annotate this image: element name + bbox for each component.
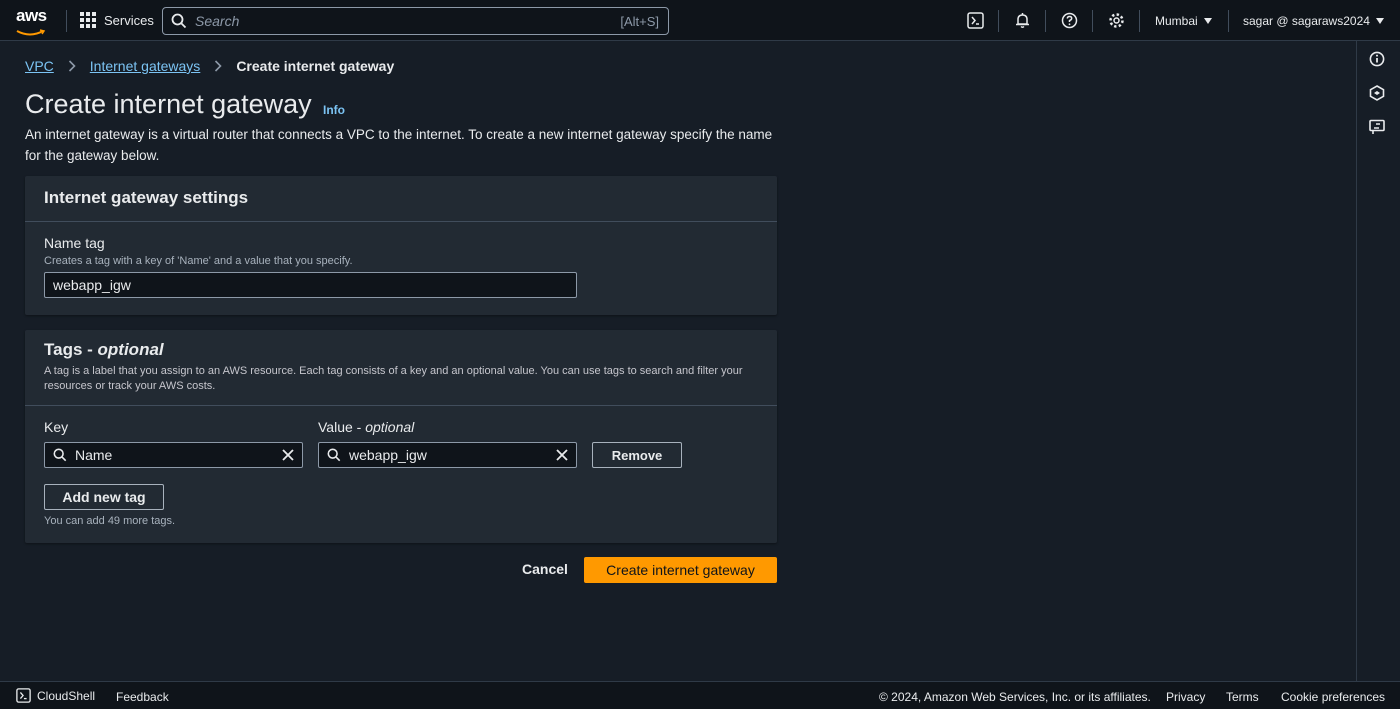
tags-description: A tag is a label that you assign to an A… <box>44 365 743 392</box>
name-tag-label: Name tag <box>44 235 105 251</box>
chevron-right-icon <box>215 60 222 72</box>
caret-down-icon <box>1375 18 1384 24</box>
account-label: sagar @ sagaraws2024 <box>1243 14 1370 28</box>
tags-panel-title: Tags - optional <box>44 340 758 360</box>
tags-remaining-hint: You can add 49 more tags. <box>44 515 176 527</box>
tags-title-text: Tags - <box>44 340 98 359</box>
page-description: An internet gateway is a virtual router … <box>25 127 773 163</box>
services-grid-icon <box>80 12 96 28</box>
tag-value-input[interactable]: webapp_igw <box>318 442 577 468</box>
breadcrumb-vpc[interactable]: VPC <box>25 58 54 74</box>
aws-smile-icon <box>16 29 46 36</box>
info-panel-icon[interactable] <box>1368 50 1386 68</box>
remove-tag-button[interactable]: Remove <box>592 442 682 468</box>
tags-panel-header: Tags - optional A tag is a label that yo… <box>25 330 777 406</box>
search-shortcut: [Alt+S] <box>620 13 659 29</box>
page-title: Create internet gateway <box>25 89 312 119</box>
cancel-button[interactable]: Cancel <box>522 561 568 577</box>
value-label: Value - optional <box>318 419 414 435</box>
value-label-text: Value - <box>318 419 366 435</box>
tutorial-icon[interactable] <box>1368 118 1386 136</box>
breadcrumb-internet-gateways[interactable]: Internet gateways <box>90 58 201 74</box>
terms-link[interactable]: Terms <box>1226 690 1259 704</box>
clear-key-icon[interactable] <box>274 449 302 461</box>
services-menu-button[interactable]: Services <box>80 12 154 28</box>
region-selector[interactable]: Mumbai <box>1155 14 1212 28</box>
help-icon[interactable] <box>1060 11 1078 29</box>
settings-panel-header: Internet gateway settings <box>25 176 777 222</box>
tags-panel: Tags - optional A tag is a label that yo… <box>25 330 777 543</box>
key-label: Key <box>44 419 69 435</box>
name-tag-input[interactable]: webapp_igw <box>44 272 577 298</box>
internet-gateway-settings-panel: Internet gateway settings Name tag Creat… <box>25 176 777 315</box>
info-link[interactable]: Info <box>323 103 345 117</box>
tag-value-value: webapp_igw <box>349 447 427 463</box>
settings-panel-title: Internet gateway settings <box>44 188 249 207</box>
privacy-link[interactable]: Privacy <box>1166 690 1205 704</box>
nav-divider <box>66 10 67 32</box>
nav-divider <box>1139 10 1140 32</box>
account-menu[interactable]: sagar @ sagaraws2024 <box>1243 14 1384 28</box>
settings-icon[interactable] <box>1107 11 1125 29</box>
value-label-optional: optional <box>365 419 415 435</box>
bell-icon[interactable] <box>1013 11 1031 29</box>
clear-value-icon[interactable] <box>548 449 576 461</box>
search-bar[interactable]: [Alt+S] <box>162 7 669 35</box>
create-internet-gateway-button[interactable]: Create internet gateway <box>584 557 777 583</box>
top-navigation: aws Services [Alt+S] Mumbai s <box>0 0 1400 41</box>
copyright-text: © 2024, Amazon Web Services, Inc. or its… <box>879 690 1151 704</box>
cloudshell-icon[interactable] <box>966 11 984 29</box>
chevron-right-icon <box>68 60 76 72</box>
nav-divider <box>1045 10 1046 32</box>
resources-icon[interactable] <box>1368 84 1386 102</box>
cloudshell-label: CloudShell <box>37 688 96 703</box>
nav-divider <box>1228 10 1229 32</box>
footer: CloudShell Feedback © 2024, Amazon Web S… <box>0 681 1400 709</box>
search-input[interactable] <box>195 13 621 29</box>
tag-key-input[interactable]: Name <box>44 442 303 468</box>
breadcrumb: VPC Internet gateways Create internet ga… <box>25 58 394 74</box>
nav-divider <box>1092 10 1093 32</box>
tags-title-optional: optional <box>97 340 164 359</box>
name-tag-description: Creates a tag with a key of 'Name' and a… <box>44 255 353 267</box>
aws-logo-text: aws <box>16 6 47 25</box>
services-label: Services <box>104 12 154 28</box>
breadcrumb-current: Create internet gateway <box>236 58 395 74</box>
main-content: VPC Internet gateways Create internet ga… <box>0 41 1356 681</box>
feedback-link[interactable]: Feedback <box>116 690 169 704</box>
add-new-tag-button[interactable]: Add new tag <box>44 484 164 510</box>
aws-logo[interactable]: aws <box>16 6 52 36</box>
cloudshell-link[interactable]: CloudShell <box>16 688 95 703</box>
nav-divider <box>998 10 999 32</box>
search-icon <box>45 448 75 462</box>
search-icon <box>163 13 195 29</box>
cloudshell-icon <box>16 688 31 703</box>
cookie-preferences-link[interactable]: Cookie preferences <box>1281 690 1385 704</box>
caret-down-icon <box>1203 18 1212 24</box>
right-tools-rail <box>1356 41 1400 681</box>
tag-key-value: Name <box>75 447 113 463</box>
region-label: Mumbai <box>1155 14 1198 28</box>
search-icon <box>319 448 349 462</box>
